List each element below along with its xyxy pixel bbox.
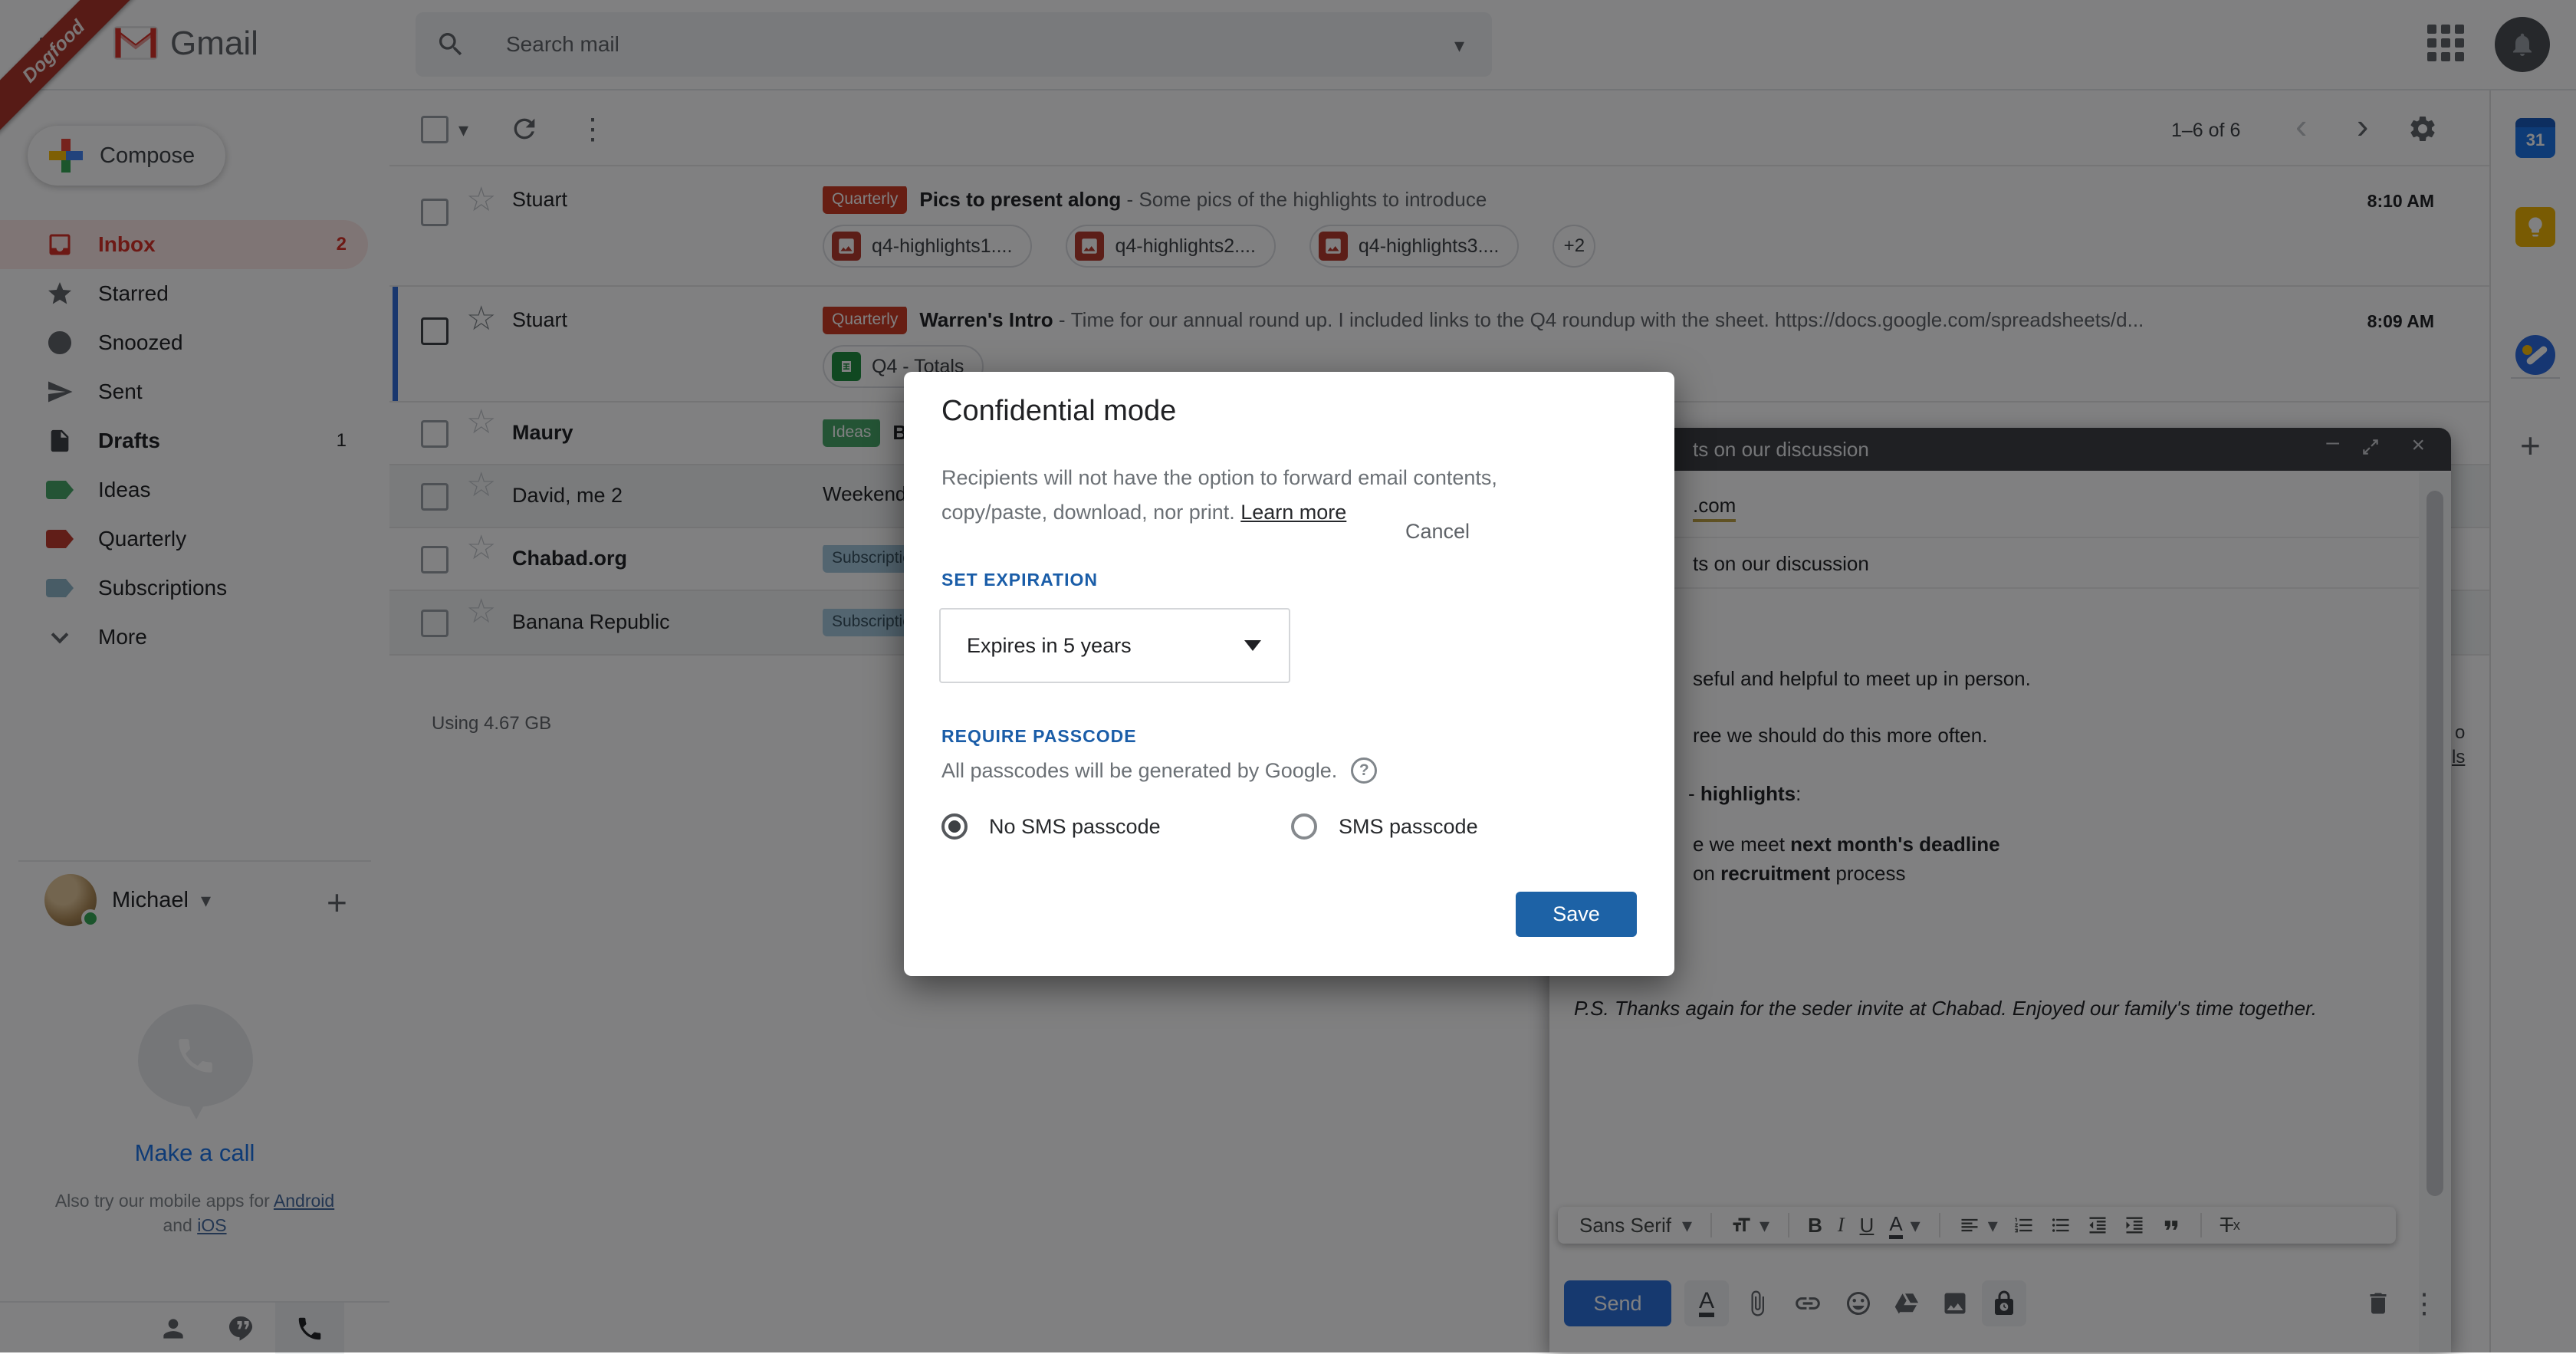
dialog-title: Confidential mode — [941, 395, 1176, 428]
radio-unselected-icon[interactable] — [1291, 813, 1317, 840]
radio-selected-icon[interactable] — [941, 813, 968, 840]
sms-passcode-option[interactable]: SMS passcode — [1291, 813, 1478, 840]
learn-more-link[interactable]: Learn more — [1240, 501, 1346, 524]
save-button[interactable]: Save — [1516, 892, 1637, 937]
require-passcode-label: REQUIRE PASSCODE — [941, 726, 1137, 747]
select-caret-icon — [1244, 640, 1261, 651]
expiration-select[interactable]: Expires in 5 years — [939, 608, 1290, 683]
passcode-note: All passcodes will be generated by Googl… — [941, 758, 1377, 784]
cancel-button[interactable]: Cancel — [1405, 520, 1470, 544]
set-expiration-label: SET EXPIRATION — [941, 570, 1098, 590]
no-sms-passcode-option[interactable]: No SMS passcode — [941, 813, 1161, 840]
help-question-icon[interactable]: ? — [1351, 758, 1377, 784]
confidential-mode-dialog[interactable]: Confidential mode Recipients will not ha… — [904, 372, 1674, 976]
